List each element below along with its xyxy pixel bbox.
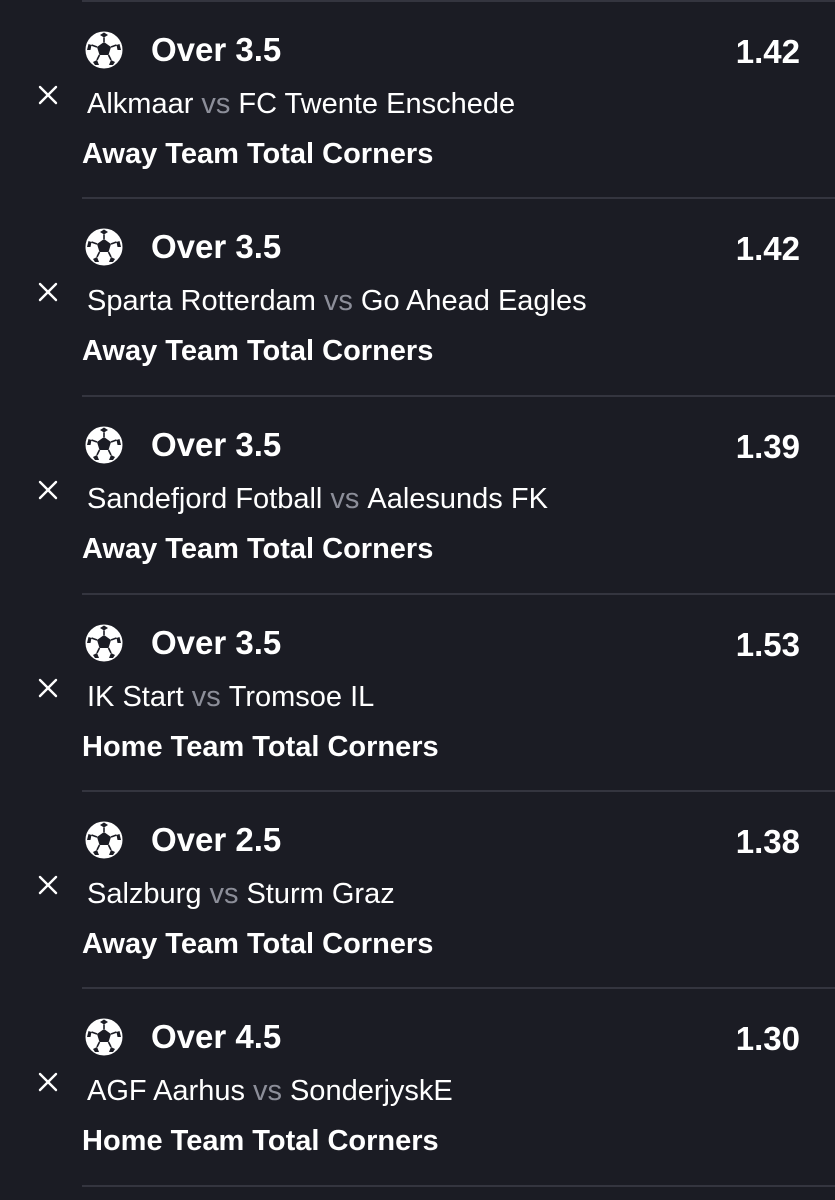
market-label: Away Team Total Corners bbox=[82, 533, 434, 565]
selection-label: Over 3.5 bbox=[151, 426, 282, 463]
selection-label: Over 3.5 bbox=[151, 31, 282, 68]
bet-item: Over 2.5 1.38 Salzburg vs Sturm Graz Away … bbox=[0, 790, 835, 987]
match-teams: AGF Aarhus vs SonderjyskE bbox=[87, 1073, 453, 1109]
market-label: Away Team Total Corners bbox=[82, 138, 434, 170]
selection-label: Over 3.5 bbox=[151, 228, 282, 265]
odds-value[interactable]: 1.42 bbox=[736, 32, 800, 72]
soccer-ball-icon bbox=[84, 623, 124, 663]
odds-value[interactable]: 1.39 bbox=[736, 427, 800, 467]
close-icon bbox=[38, 282, 58, 302]
vs-label: vs bbox=[323, 285, 353, 317]
divider bbox=[82, 0, 835, 2]
vs-label: vs bbox=[201, 88, 231, 120]
remove-bet-button[interactable] bbox=[30, 472, 66, 508]
close-icon bbox=[38, 480, 58, 500]
bet-item: Over 3.5 1.42 Sparta Rotterdam vs Go Ahead… bbox=[0, 197, 835, 394]
market-label: Home Team Total Corners bbox=[82, 1125, 439, 1157]
divider bbox=[82, 790, 835, 792]
bet-slip-list: Over 3.5 1.42 Alkmaar vs FC Twente Ensched… bbox=[0, 0, 835, 1200]
close-icon bbox=[38, 1072, 58, 1092]
home-team: AGF Aarhus bbox=[87, 1075, 245, 1107]
selection-label: Over 2.5 bbox=[151, 821, 282, 858]
vs-label: vs bbox=[252, 1075, 282, 1107]
odds-value[interactable]: 1.30 bbox=[736, 1019, 800, 1059]
remove-bet-button[interactable] bbox=[30, 274, 66, 310]
divider bbox=[82, 1185, 835, 1187]
home-team: Alkmaar bbox=[87, 88, 194, 120]
match-teams: Alkmaar vs FC Twente Enschede bbox=[87, 86, 515, 122]
away-team: Sturm Graz bbox=[246, 878, 395, 910]
bet-item: Over 3.5 1.53 IK Start vs Tromsoe IL Home … bbox=[0, 593, 835, 790]
remove-bet-button[interactable] bbox=[30, 77, 66, 113]
match-teams: IK Start vs Tromsoe IL bbox=[87, 679, 374, 715]
bet-item: Over 4.5 1.30 AGF Aarhus vs SonderjyskE Ho… bbox=[0, 987, 835, 1184]
away-team: SonderjyskE bbox=[289, 1075, 453, 1107]
match-teams: Salzburg vs Sturm Graz bbox=[87, 876, 395, 912]
odds-value[interactable]: 1.53 bbox=[736, 625, 800, 665]
selection-label: Over 3.5 bbox=[151, 624, 282, 661]
divider bbox=[82, 987, 835, 989]
soccer-ball-icon bbox=[84, 425, 124, 465]
odds-value[interactable]: 1.38 bbox=[736, 822, 800, 862]
vs-label: vs bbox=[209, 878, 239, 910]
selection-label: Over 4.5 bbox=[151, 1018, 282, 1055]
soccer-ball-icon bbox=[84, 820, 124, 860]
soccer-ball-icon bbox=[84, 1017, 124, 1057]
bet-item: Over 3.5 1.42 Alkmaar vs FC Twente Ensched… bbox=[0, 0, 835, 197]
away-team: Go Ahead Eagles bbox=[360, 285, 587, 317]
odds-value[interactable]: 1.42 bbox=[736, 229, 800, 269]
divider bbox=[82, 593, 835, 595]
away-team: Aalesunds FK bbox=[367, 483, 548, 515]
bet-item: Over 3.5 1.39 Sandefjord Fotball vs Aalesu… bbox=[0, 395, 835, 592]
market-label: Away Team Total Corners bbox=[82, 928, 434, 960]
soccer-ball-icon bbox=[84, 30, 124, 70]
home-team: Sandefjord Fotball bbox=[87, 483, 323, 515]
away-team: Tromsoe IL bbox=[228, 681, 375, 713]
vs-label: vs bbox=[330, 483, 360, 515]
close-icon bbox=[38, 85, 58, 105]
divider bbox=[82, 197, 835, 199]
home-team: Sparta Rotterdam bbox=[87, 285, 316, 317]
remove-bet-button[interactable] bbox=[30, 867, 66, 903]
soccer-ball-icon bbox=[84, 227, 124, 267]
close-icon bbox=[38, 678, 58, 698]
close-icon bbox=[38, 875, 58, 895]
home-team: Salzburg bbox=[87, 878, 202, 910]
match-teams: Sandefjord Fotball vs Aalesunds FK bbox=[87, 481, 548, 517]
away-team: FC Twente Enschede bbox=[238, 88, 516, 120]
home-team: IK Start bbox=[87, 681, 184, 713]
vs-label: vs bbox=[191, 681, 221, 713]
remove-bet-button[interactable] bbox=[30, 670, 66, 706]
market-label: Home Team Total Corners bbox=[82, 731, 439, 763]
market-label: Away Team Total Corners bbox=[82, 335, 434, 367]
remove-bet-button[interactable] bbox=[30, 1064, 66, 1100]
match-teams: Sparta Rotterdam vs Go Ahead Eagles bbox=[87, 283, 587, 319]
divider bbox=[82, 395, 835, 397]
